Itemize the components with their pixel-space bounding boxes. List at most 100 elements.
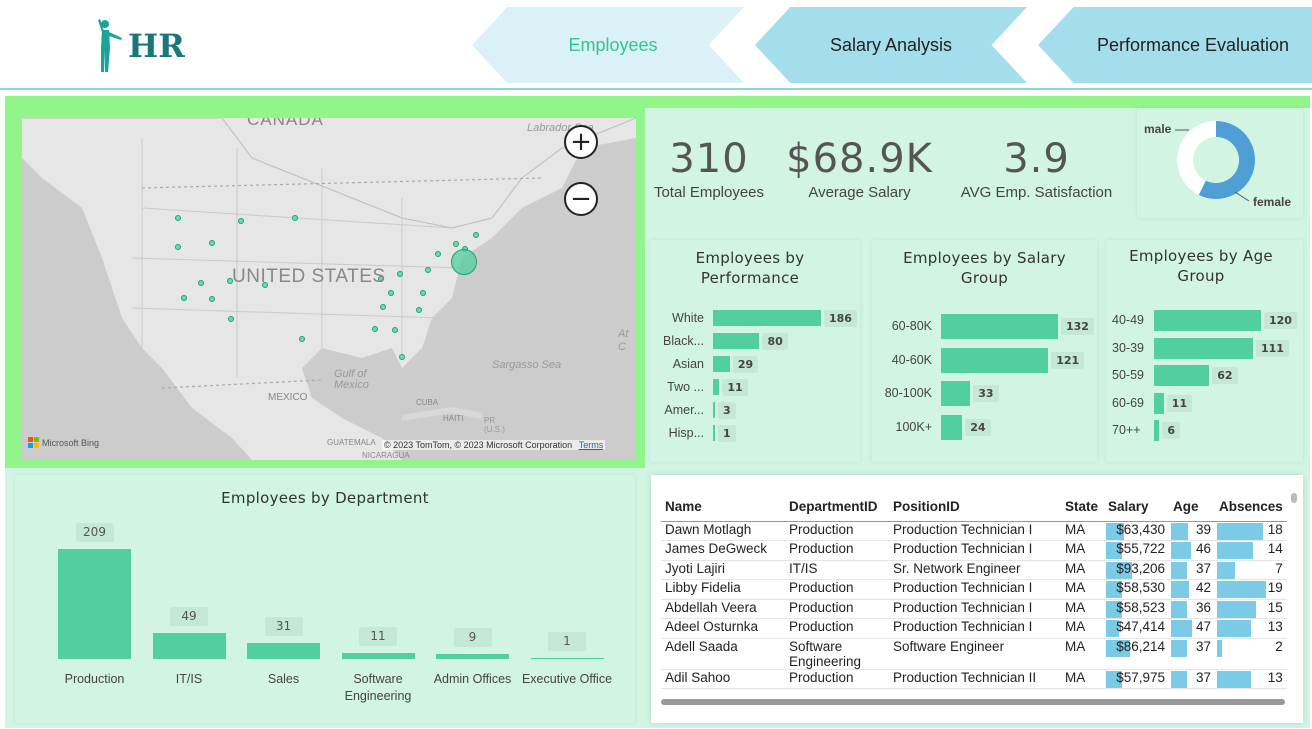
table-row[interactable]: Adeel Osturnka Production Production Techn…: [661, 618, 1287, 639]
cell-value: $86,214: [1116, 638, 1165, 654]
bar[interactable]: [341, 653, 415, 659]
bar[interactable]: [713, 425, 715, 441]
table-row[interactable]: James DeGweck Production Production Techni…: [661, 540, 1287, 561]
bar[interactable]: [436, 654, 509, 659]
map-dot[interactable]: [198, 280, 204, 286]
table-cell: 46: [1169, 540, 1215, 561]
column-header[interactable]: Absences: [1215, 493, 1287, 522]
table-cell: 37: [1169, 669, 1215, 689]
table-row[interactable]: Adell Saada Software Engineering Software …: [661, 638, 1287, 670]
map-dot[interactable]: [175, 244, 181, 250]
table-cell: Adell Saada: [661, 638, 785, 670]
bar-category-label: Amer...: [664, 403, 704, 417]
bar[interactable]: [1154, 310, 1261, 331]
cell-data-bar: [1217, 620, 1251, 637]
map-dot[interactable]: [451, 249, 477, 275]
map-dot[interactable]: [209, 296, 215, 302]
bing-label: Microsoft Bing: [42, 437, 100, 448]
map-label-sargasso: Sargasso Sea: [492, 359, 562, 371]
cell-value: 14: [1267, 541, 1283, 556]
bar-category-label: Hisp...: [668, 426, 704, 440]
map-dot[interactable]: [238, 218, 244, 224]
bar[interactable]: [1154, 365, 1210, 386]
table-cell: 37: [1169, 638, 1215, 670]
zoom-in-button[interactable]: +: [564, 125, 598, 159]
map-dot[interactable]: [181, 295, 187, 301]
map-terms-link[interactable]: Terms: [579, 440, 604, 450]
bar-data-label: 132: [1061, 318, 1094, 335]
bar[interactable]: [1154, 420, 1160, 441]
table-cell: MA: [1061, 669, 1104, 689]
map-dot[interactable]: [435, 251, 441, 257]
bar[interactable]: [1154, 337, 1253, 359]
map-dot[interactable]: [420, 290, 426, 296]
map-dot[interactable]: [228, 316, 234, 322]
column-header[interactable]: Age: [1169, 493, 1215, 522]
bar[interactable]: [58, 549, 131, 659]
vertical-scrollbar[interactable]: [1291, 493, 1297, 503]
column-header[interactable]: DepartmentID: [785, 493, 889, 522]
table-row[interactable]: Adil Sahoo Production Production Technicia…: [661, 669, 1287, 689]
cell-value: 18: [1267, 521, 1283, 537]
tab-employees-label: Employees: [568, 34, 658, 55]
column-header[interactable]: PositionID: [889, 493, 1061, 522]
bar-category-label: 40-49: [1112, 313, 1144, 327]
cell-value: 39: [1195, 521, 1211, 537]
table-cell: Production: [785, 521, 889, 541]
table-cell: $58,530: [1104, 579, 1169, 600]
table-row[interactable]: Jyoti Lajiri IT/IS Sr. Network Engineer MA $…: [661, 560, 1287, 580]
tab-employees[interactable]: Employees: [472, 7, 744, 83]
bar[interactable]: [530, 658, 604, 659]
map-dot[interactable]: [425, 267, 431, 273]
bar-category-label: 80-100K: [884, 386, 932, 400]
map-dot[interactable]: [292, 215, 298, 221]
table-row[interactable]: Dawn Motlagh Production Production Technic…: [661, 521, 1287, 541]
map-dot[interactable]: [473, 232, 479, 238]
bar[interactable]: [941, 347, 1049, 373]
map-dot[interactable]: [416, 307, 422, 313]
employee-map[interactable]: CANADA Labrador Sea UNITED STATES Gulf o…: [22, 118, 636, 460]
cell-data-bar: [1217, 670, 1251, 688]
column-header[interactable]: Name: [661, 493, 785, 522]
salary-group-chart-card: Employees by Salary Group 60-80K 132 40-60…: [872, 240, 1097, 462]
map-dot[interactable]: [372, 326, 378, 332]
map-dot[interactable]: [399, 354, 405, 360]
map-dot[interactable]: [299, 336, 305, 342]
bar-data-label: 31: [264, 616, 303, 636]
map-dot[interactable]: [380, 304, 386, 310]
bar[interactable]: [941, 381, 971, 406]
tab-performance-evaluation[interactable]: Performance Evaluation: [1038, 7, 1312, 83]
map-dot[interactable]: [453, 241, 459, 247]
bar[interactable]: [713, 333, 760, 349]
table-cell: James DeGweck: [661, 540, 785, 561]
bar[interactable]: [1154, 392, 1164, 414]
person-icon: [98, 19, 122, 72]
bar[interactable]: [941, 414, 963, 440]
table-cell: $57,975: [1104, 669, 1169, 689]
column-header[interactable]: State: [1061, 493, 1104, 522]
column-header[interactable]: Salary: [1104, 493, 1169, 522]
category-tick-label: Executive Office: [521, 672, 613, 686]
horizontal-scrollbar[interactable]: [661, 699, 1285, 705]
bar[interactable]: [713, 402, 715, 418]
bar[interactable]: [247, 642, 320, 659]
bar[interactable]: [941, 314, 1058, 339]
bar[interactable]: [713, 356, 730, 372]
table-row[interactable]: Abdellah Veera Production Production Techn…: [661, 599, 1287, 619]
tab-salary-analysis[interactable]: Salary Analysis: [755, 7, 1027, 83]
map-dot[interactable]: [397, 271, 403, 277]
table-row[interactable]: Libby Fidelia Production Production Techni…: [661, 579, 1287, 600]
bar[interactable]: [152, 633, 226, 659]
female-label: female: [1253, 195, 1292, 209]
map-dot[interactable]: [392, 327, 398, 333]
cell-data-bar: [1171, 561, 1187, 579]
table-cell: 19: [1215, 579, 1287, 600]
bar-data-label: 80: [762, 332, 788, 350]
bar[interactable]: [713, 379, 720, 395]
bar[interactable]: [713, 310, 821, 326]
map-dot[interactable]: [388, 290, 394, 296]
map-dot[interactable]: [175, 215, 181, 221]
zoom-out-button[interactable]: −: [564, 182, 598, 216]
map-dot[interactable]: [209, 240, 215, 246]
map-label-united-states: UNITED STATES: [232, 266, 386, 287]
